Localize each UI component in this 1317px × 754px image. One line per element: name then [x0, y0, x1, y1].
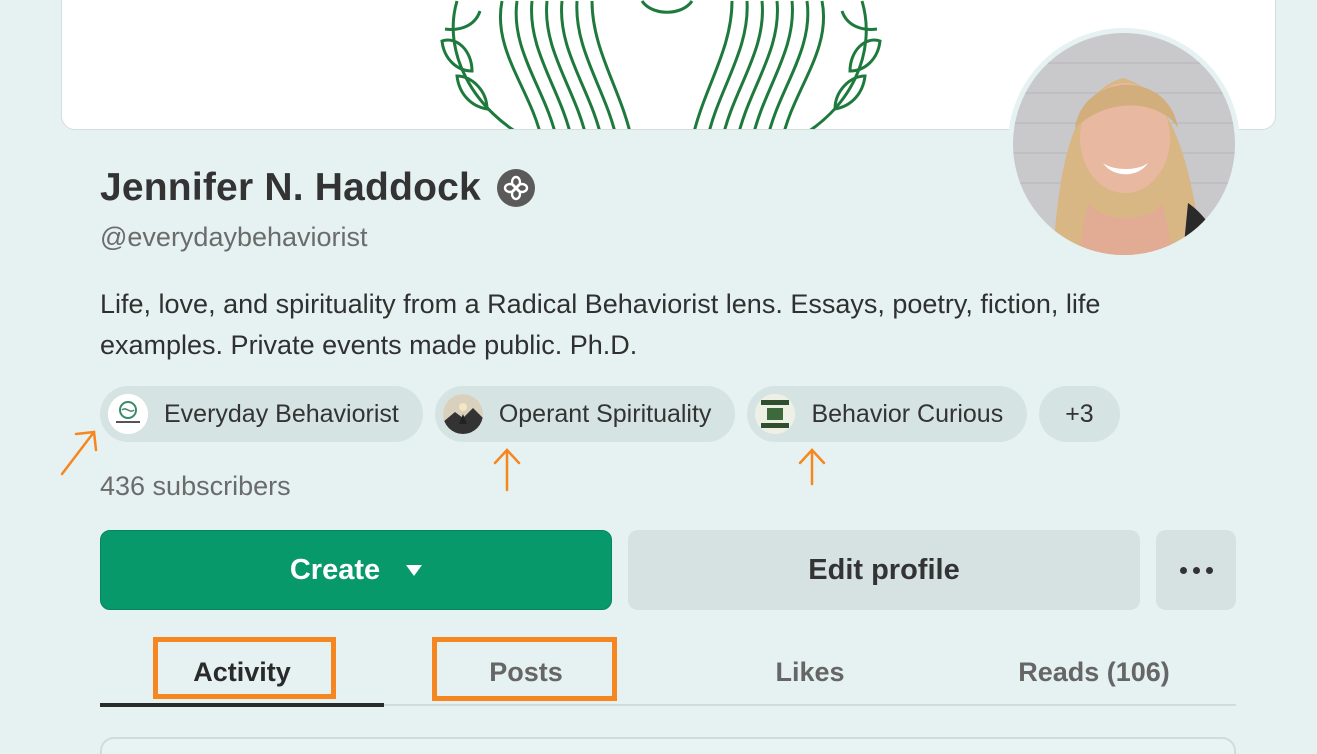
annotation-box-activity — [153, 637, 336, 699]
everyday-behaviorist-logo-icon — [108, 394, 148, 434]
caret-down-icon — [406, 564, 423, 576]
profile-avatar[interactable] — [1008, 28, 1240, 260]
subscriber-count[interactable]: 436 subscribers — [100, 471, 291, 502]
profile-name: Jennifer N. Haddock — [100, 166, 481, 209]
annotation-box-posts — [432, 637, 617, 701]
create-button[interactable]: Create — [100, 530, 612, 610]
name-row: Jennifer N. Haddock — [100, 166, 535, 210]
publication-chip-everyday-behaviorist[interactable]: Everyday Behaviorist — [100, 386, 423, 442]
profile-handle: @everydaybehaviorist — [100, 222, 368, 252]
publication-name: Operant Spirituality — [498, 399, 712, 428]
more-publications-button[interactable]: +3 — [1039, 386, 1120, 442]
annotation-arrow-icon — [798, 448, 826, 486]
publication-list: Everyday Behaviorist Operant Spiritualit… — [100, 386, 1120, 442]
feed-card — [100, 737, 1236, 754]
tab-reads[interactable]: Reads (106) — [952, 640, 1236, 704]
bestseller-badge-icon[interactable] — [496, 169, 535, 207]
profile-bio: Life, love, and spirituality from a Radi… — [100, 289, 1101, 360]
operant-spirituality-logo-icon — [442, 394, 483, 434]
tab-likes[interactable]: Likes — [668, 640, 952, 704]
avatar-photo — [1013, 33, 1235, 255]
annotation-arrow-icon — [60, 430, 98, 476]
publication-chip-operant-spirituality[interactable]: Operant Spirituality — [434, 386, 736, 442]
edit-profile-button[interactable]: Edit profile — [628, 530, 1140, 610]
behavior-curious-logo-icon — [755, 394, 796, 434]
create-button-label: Create — [289, 553, 381, 586]
ellipsis-icon — [1179, 566, 1213, 574]
publication-name: Behavior Curious — [811, 399, 1004, 428]
publication-name: Everyday Behaviorist — [164, 399, 399, 428]
edit-profile-label: Edit profile — [808, 553, 960, 586]
annotation-arrow-icon — [493, 448, 521, 492]
more-options-button[interactable] — [1156, 530, 1236, 610]
publication-chip-behavior-curious[interactable]: Behavior Curious — [747, 386, 1028, 442]
